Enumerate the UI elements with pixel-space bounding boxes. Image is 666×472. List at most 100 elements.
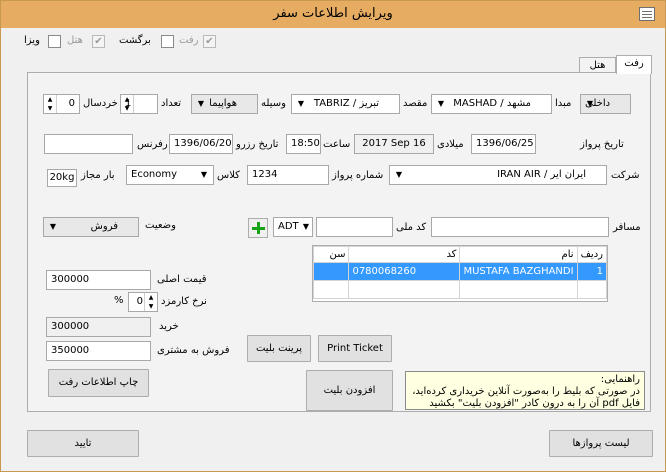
chevron-down-icon: ▼ xyxy=(197,99,205,108)
count-label: تعداد xyxy=(161,98,182,109)
tab-outbound[interactable]: رفت xyxy=(616,55,652,74)
passenger-grid[interactable]: ردیف نام کد سن 1 MUSTAFA BAZGHANDI 07800… xyxy=(312,245,608,302)
empty-cell xyxy=(576,280,608,299)
confirm-button[interactable]: تایید xyxy=(27,430,139,457)
gregorian-date-field: 2017 Sep 16 xyxy=(354,134,434,154)
empty-cell xyxy=(348,280,461,299)
flight-number-label: شماره پرواز xyxy=(332,170,384,181)
print-outbound-button[interactable]: چاپ اطلاعات رفت xyxy=(48,369,149,397)
sale-field[interactable]: 350000 xyxy=(46,341,151,361)
print-ticket-button[interactable]: Print Ticket xyxy=(318,335,392,362)
outbound-label: رفت xyxy=(179,35,199,46)
flight-date-label: تاریخ پرواز xyxy=(580,139,624,150)
company-value: IRAN AIR / ایران ایر xyxy=(497,169,586,180)
destination-select[interactable]: TABRIZ / تبریز ▼ xyxy=(291,94,400,114)
count-stepper-buttons[interactable]: ▲ ▼ xyxy=(121,95,134,113)
status-label: وضعیت xyxy=(145,220,176,231)
flight-list-button[interactable]: لیست پروازها xyxy=(549,430,653,457)
help-title: راهنمایی: xyxy=(600,374,640,385)
hotel-checkbox[interactable]: ✔ xyxy=(92,35,105,48)
booking-date-field[interactable]: 1396/06/20 xyxy=(169,134,233,154)
origin-select[interactable]: MASHAD / مشهد ▼ xyxy=(431,94,552,114)
vehicle-select[interactable]: هواپیما ▼ xyxy=(191,94,258,114)
chevron-down-icon: ▼ xyxy=(302,222,310,231)
app-menu-icon[interactable] xyxy=(639,7,655,21)
origin-label: مبدا xyxy=(555,98,572,109)
company-select[interactable]: IRAN AIR / ایران ایر ▼ xyxy=(389,165,607,185)
company-label: شرکت xyxy=(611,170,640,181)
child-stepper[interactable]: 0 ▲ ▼ xyxy=(43,94,80,114)
child-label: خردسال xyxy=(83,98,118,109)
baggage-field[interactable]: 20kg xyxy=(47,169,77,187)
help-line-2: فایل pdf آن را به درون کادر "افزودن بلیت… xyxy=(429,398,640,409)
booking-date-label: تاریخ رزرو xyxy=(236,139,279,150)
row-number-cell: 1 xyxy=(576,262,608,281)
chevron-down-icon: ▼ xyxy=(395,170,403,179)
print-ticket-fa-button[interactable]: پرینت بلیت xyxy=(247,335,311,362)
time-field[interactable]: 18:50 xyxy=(286,134,321,154)
plus-icon xyxy=(252,227,265,230)
age-type-value: ADT xyxy=(278,221,299,232)
window-title: ویرایش اطلاعات سفر xyxy=(273,6,393,21)
visa-label: ویزا xyxy=(24,35,40,46)
chevron-down-icon: ▼ xyxy=(586,99,594,108)
grid-col-row[interactable]: ردیف xyxy=(576,246,608,263)
flight-date-field[interactable]: 1396/06/25 xyxy=(471,134,536,154)
return-label: برگشت xyxy=(119,35,151,46)
origin-value: MASHAD / مشهد xyxy=(453,98,531,109)
purchase-label: خرید xyxy=(159,321,179,332)
trip-type-select[interactable]: داخلی ▼ xyxy=(580,94,631,114)
titlebar: ویرایش اطلاعات سفر xyxy=(1,1,665,28)
grid-col-age[interactable]: سن xyxy=(312,246,350,263)
count-stepper[interactable]: 1 ▲ ▼ xyxy=(120,94,158,114)
base-price-label: قیمت اصلی xyxy=(157,274,207,285)
percent-sign: % xyxy=(114,295,124,306)
help-line-1: در صورتی که بلیط را به‌صورت آنلاین خریدا… xyxy=(412,386,640,397)
class-label: کلاس xyxy=(217,170,240,181)
outbound-checkbox[interactable]: ✔ xyxy=(203,35,216,48)
child-value: 0 xyxy=(68,98,75,109)
national-code-field[interactable] xyxy=(316,217,393,237)
gregorian-label: میلادی xyxy=(437,139,464,150)
commission-label: نرخ کارمزد xyxy=(161,296,207,307)
time-label: ساعت xyxy=(323,139,351,150)
class-value: Economy xyxy=(131,169,178,180)
reference-field[interactable] xyxy=(44,134,133,154)
visa-checkbox[interactable] xyxy=(48,35,61,48)
grid-col-code[interactable]: کد xyxy=(348,246,461,263)
national-code-label: کد ملی xyxy=(396,222,427,233)
passenger-field[interactable] xyxy=(431,217,609,237)
chevron-down-icon: ▼ xyxy=(200,170,208,179)
window: ویرایش اطلاعات سفر ✔ رفت برگشت ✔ هتل ویز… xyxy=(0,0,666,472)
table-row[interactable]: 1 MUSTAFA BAZGHANDI 0780068260 xyxy=(312,262,608,281)
commission-stepper-buttons[interactable]: ▲ ▼ xyxy=(144,293,157,311)
baggage-label: بار مجاز xyxy=(81,170,115,181)
flight-number-field[interactable]: 1234 xyxy=(247,165,329,185)
destination-label: مقصد xyxy=(403,98,428,109)
add-passenger-button[interactable] xyxy=(248,218,268,238)
empty-cell xyxy=(312,280,350,299)
grid-col-name[interactable]: نام xyxy=(459,246,578,263)
grid-header: ردیف نام کد سن xyxy=(312,246,608,263)
class-select[interactable]: Economy ▼ xyxy=(126,165,214,185)
name-cell: MUSTAFA BAZGHANDI xyxy=(459,262,578,281)
commission-stepper[interactable]: 0 ▲ ▼ xyxy=(128,292,158,312)
chevron-down-icon: ▼ xyxy=(297,99,305,108)
add-ticket-button[interactable]: افزودن بلیت xyxy=(306,370,393,411)
purchase-field: 300000 xyxy=(46,317,151,337)
reference-label: رفرنس xyxy=(137,139,168,150)
chevron-down-icon: ▼ xyxy=(49,222,57,231)
code-cell: 0780068260 xyxy=(348,262,461,281)
base-price-field[interactable]: 300000 xyxy=(46,270,151,290)
child-stepper-buttons[interactable]: ▲ ▼ xyxy=(44,95,57,113)
table-row[interactable] xyxy=(312,280,608,299)
status-select[interactable]: فروش ▼ xyxy=(43,217,139,237)
age-cell xyxy=(312,262,350,281)
age-type-select[interactable]: ADT ▼ xyxy=(273,217,313,237)
sale-label: فروش به مشتری xyxy=(157,345,230,356)
vehicle-label: وسیله xyxy=(261,98,286,109)
commission-value: 0 xyxy=(136,296,143,307)
return-checkbox[interactable] xyxy=(161,35,174,48)
hotel-label: هتل xyxy=(67,35,83,46)
empty-cell xyxy=(459,280,578,299)
